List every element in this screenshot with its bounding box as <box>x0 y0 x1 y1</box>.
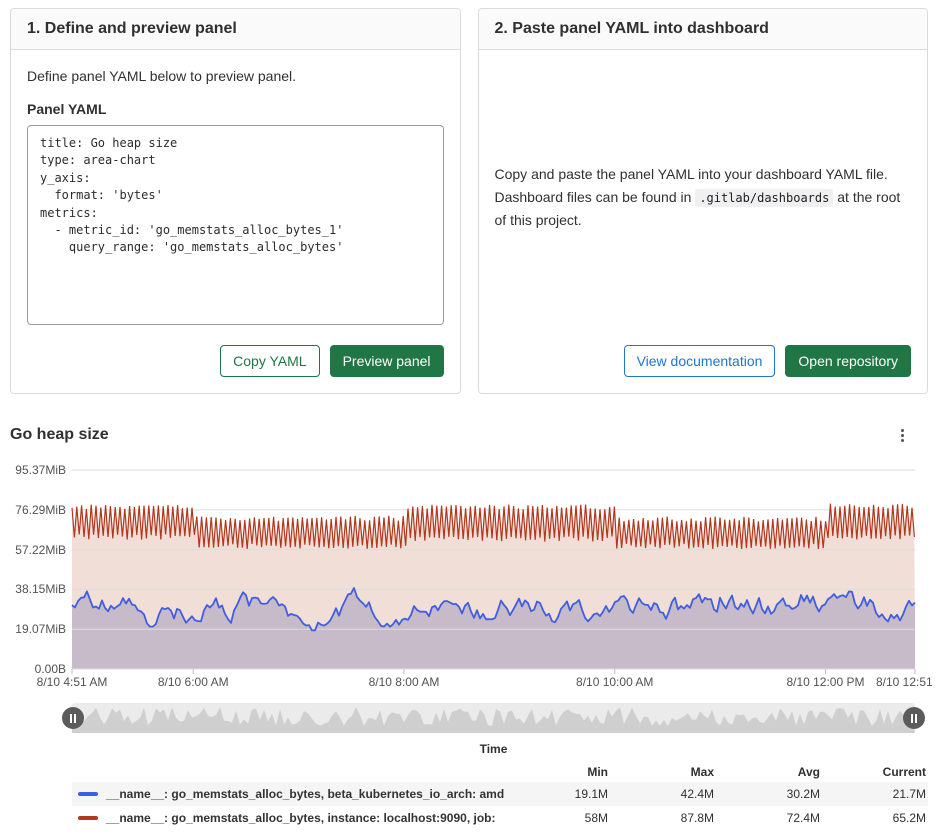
x-axis-title: Time <box>72 742 915 756</box>
legend-stat-avg: 30.2M <box>716 787 822 801</box>
legend-column-header: Current <box>822 765 928 779</box>
scrubber-left-handle[interactable] <box>62 707 84 729</box>
view-documentation-button[interactable]: View documentation <box>624 345 776 377</box>
x-axis-tick-label: 8/10 12:51 PM <box>876 675 936 689</box>
define-panel-card: 1. Define and preview panel Define panel… <box>10 8 461 394</box>
panel-preview-section: Go heap size 0.00B19.07MiB38.15MiB57.22M… <box>0 420 936 830</box>
x-axis-tick-label: 8/10 6:00 AM <box>158 675 229 689</box>
paste-yaml-card-title: 2. Paste panel YAML into dashboard <box>479 9 928 50</box>
kebab-menu-icon <box>901 429 904 442</box>
preview-panel-button[interactable]: Preview panel <box>330 345 444 377</box>
legend-column-header: Max <box>610 765 716 779</box>
legend-series-name: __name__: go_memstats_alloc_bytes, beta_… <box>106 787 504 801</box>
panel-yaml-textarea[interactable]: title: Go heap size type: area-chart y_a… <box>27 125 444 325</box>
chart-area: 0.00B19.07MiB38.15MiB57.22MiB76.29MiB95.… <box>0 465 936 690</box>
legend-stat-min: 19.1M <box>504 787 610 801</box>
setup-cards-row: 1. Define and preview panel Define panel… <box>0 0 936 394</box>
legend-series-label: __name__: go_memstats_alloc_bytes, beta_… <box>72 787 504 801</box>
legend-series-swatch <box>78 816 98 820</box>
timeline-scrubber[interactable] <box>0 700 936 736</box>
chart-title: Go heap size <box>10 426 109 444</box>
chart-legend-table: MinMaxAvgCurrent __name__: go_memstats_al… <box>72 762 928 830</box>
legend-stat-min: 58M <box>504 811 610 825</box>
legend-header-row: MinMaxAvgCurrent <box>72 762 928 782</box>
legend-stat-current: 65.2M <box>822 811 928 825</box>
x-axis-tick-label: 8/10 12:00 PM <box>786 675 864 689</box>
legend-series-swatch <box>78 792 98 796</box>
define-panel-description: Define panel YAML below to preview panel… <box>27 66 444 87</box>
legend-column-header: Min <box>504 765 610 779</box>
chart-plot-svg[interactable] <box>0 465 936 690</box>
panel-yaml-label: Panel YAML <box>27 101 444 117</box>
legend-row[interactable]: __name__: go_memstats_alloc_bytes, beta_… <box>72 782 928 806</box>
x-axis-tick-label: 8/10 10:00 AM <box>576 675 653 689</box>
scrubber-right-handle[interactable] <box>903 707 925 729</box>
dashboards-path-code: .gitlab/dashboards <box>695 189 833 207</box>
x-axis-tick-label: 8/10 8:00 AM <box>369 675 440 689</box>
chart-more-actions-button[interactable] <box>897 425 908 446</box>
legend-series-label: __name__: go_memstats_alloc_bytes, insta… <box>72 811 504 825</box>
legend-stat-current: 21.7M <box>822 787 928 801</box>
legend-series-name: __name__: go_memstats_alloc_bytes, insta… <box>106 811 495 825</box>
legend-row[interactable]: __name__: go_memstats_alloc_bytes, insta… <box>72 806 928 830</box>
copy-yaml-button[interactable]: Copy YAML <box>220 345 319 377</box>
paste-yaml-description: Copy and paste the panel YAML into your … <box>495 163 912 232</box>
define-panel-card-title: 1. Define and preview panel <box>11 9 460 50</box>
legend-stat-avg: 72.4M <box>716 811 822 825</box>
scrubber-svg[interactable] <box>0 700 936 736</box>
legend-column-header: Avg <box>716 765 822 779</box>
legend-stat-max: 87.8M <box>610 811 716 825</box>
x-axis-tick-label: 8/10 4:51 AM <box>37 675 108 689</box>
paste-yaml-card: 2. Paste panel YAML into dashboard Copy … <box>478 8 929 394</box>
open-repository-button[interactable]: Open repository <box>785 345 911 377</box>
legend-stat-max: 42.4M <box>610 787 716 801</box>
